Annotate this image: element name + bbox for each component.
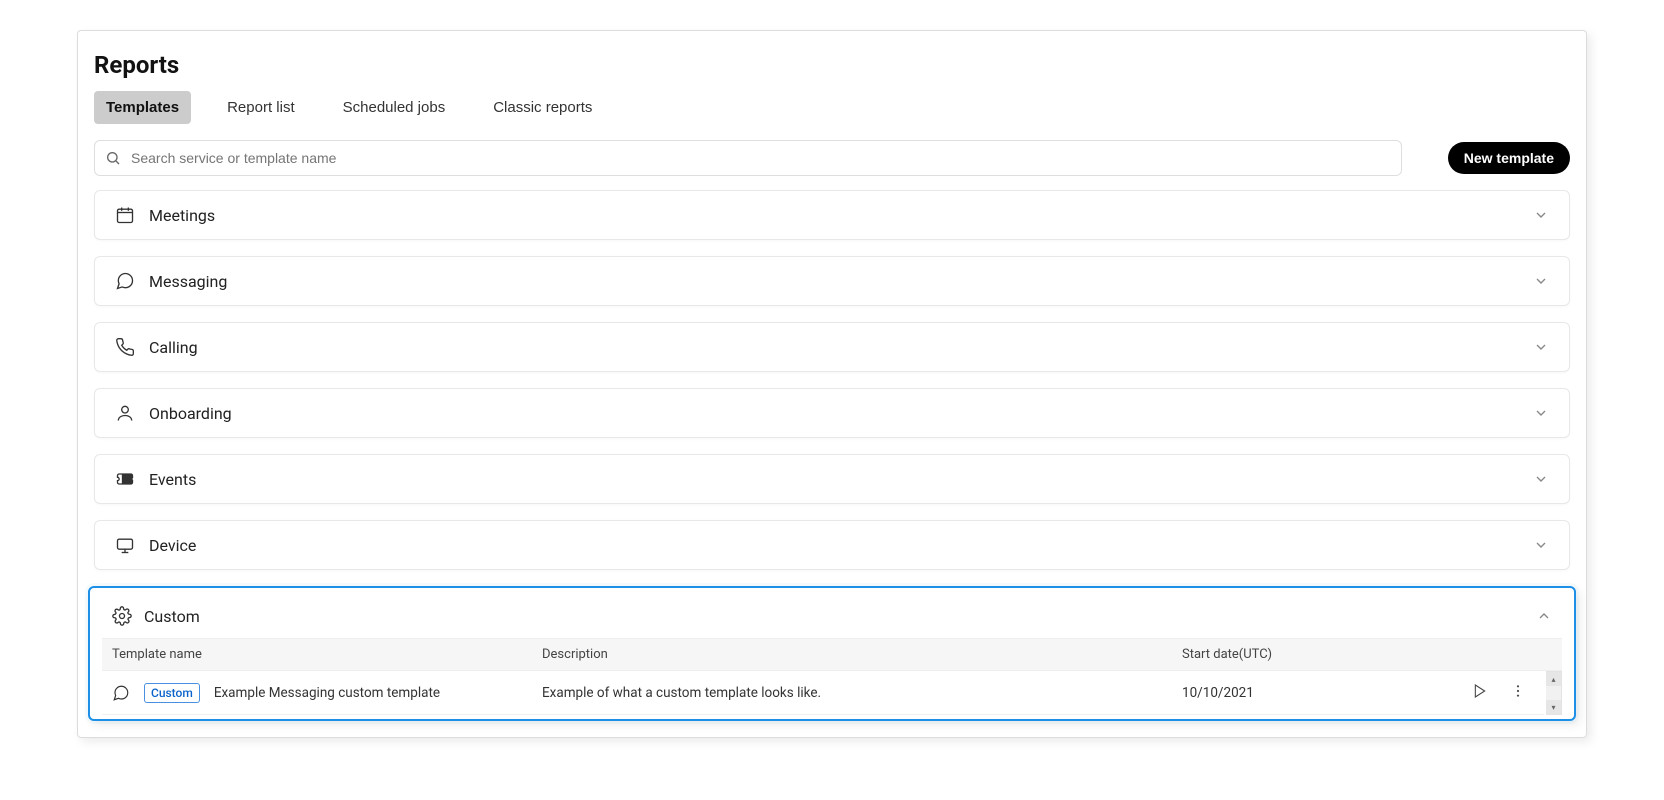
tabs: Templates Report list Scheduled jobs Cla… (78, 91, 1586, 140)
play-icon (1472, 683, 1488, 699)
scroll-down-button[interactable]: ▾ (1546, 700, 1561, 714)
tab-report-list[interactable]: Report list (215, 91, 307, 124)
section-device[interactable]: Device (94, 520, 1570, 570)
section-onboarding[interactable]: Onboarding (94, 388, 1570, 438)
col-header-desc: Description (542, 647, 1182, 662)
section-events[interactable]: Events (94, 454, 1570, 504)
chevron-down-icon (1533, 273, 1549, 289)
section-label: Onboarding (149, 404, 232, 423)
chevron-down-icon (1533, 471, 1549, 487)
tab-scheduled-jobs[interactable]: Scheduled jobs (331, 91, 458, 124)
table-header: Template name Description Start date(UTC… (102, 638, 1562, 671)
section-messaging[interactable]: Messaging (94, 256, 1570, 306)
row-name: Example Messaging custom template (214, 685, 440, 701)
table-row[interactable]: Custom Example Messaging custom template… (102, 671, 1544, 715)
page-title: Reports (78, 51, 1586, 91)
top-row: New template (78, 140, 1586, 190)
calendar-icon (115, 205, 135, 225)
gear-icon (112, 606, 132, 626)
section-meetings[interactable]: Meetings (94, 190, 1570, 240)
search-input[interactable] (131, 150, 1391, 166)
custom-header[interactable]: Custom (102, 598, 1562, 638)
row-desc: Example of what a custom template looks … (542, 685, 1182, 701)
run-button[interactable] (1470, 681, 1490, 704)
chevron-up-icon (1536, 608, 1552, 624)
person-icon (115, 403, 135, 423)
col-header-date: Start date(UTC) (1182, 647, 1422, 662)
row-date: 10/10/2021 (1182, 685, 1422, 701)
custom-tag: Custom (144, 683, 200, 703)
chevron-down-icon (1533, 537, 1549, 553)
tab-templates[interactable]: Templates (94, 91, 191, 124)
section-label: Meetings (149, 206, 215, 225)
section-label: Messaging (149, 272, 227, 291)
more-actions-button[interactable] (1508, 681, 1528, 704)
message-icon (112, 684, 130, 702)
chevron-down-icon (1533, 339, 1549, 355)
chevron-down-icon (1533, 207, 1549, 223)
new-template-button[interactable]: New template (1448, 142, 1570, 174)
search-wrap[interactable] (94, 140, 1402, 176)
kebab-icon (1510, 683, 1526, 699)
col-header-name: Template name (112, 647, 542, 662)
device-icon (115, 535, 135, 555)
section-label: Calling (149, 338, 198, 357)
phone-icon (115, 337, 135, 357)
reports-page: Reports Templates Report list Scheduled … (77, 30, 1587, 738)
scrollbar[interactable]: ▴ ▾ (1546, 671, 1562, 715)
ticket-icon (115, 469, 135, 489)
search-icon (105, 150, 121, 166)
section-label: Device (149, 536, 196, 555)
template-categories: Meetings Messaging Calling Onboarding (78, 190, 1586, 570)
section-calling[interactable]: Calling (94, 322, 1570, 372)
tab-classic-reports[interactable]: Classic reports (481, 91, 604, 124)
scroll-up-button[interactable]: ▴ (1546, 672, 1561, 686)
chevron-down-icon (1533, 405, 1549, 421)
section-label: Events (149, 470, 196, 489)
section-custom: Custom Template name Description Start d… (88, 586, 1576, 721)
custom-label: Custom (144, 607, 200, 626)
message-icon (115, 271, 135, 291)
